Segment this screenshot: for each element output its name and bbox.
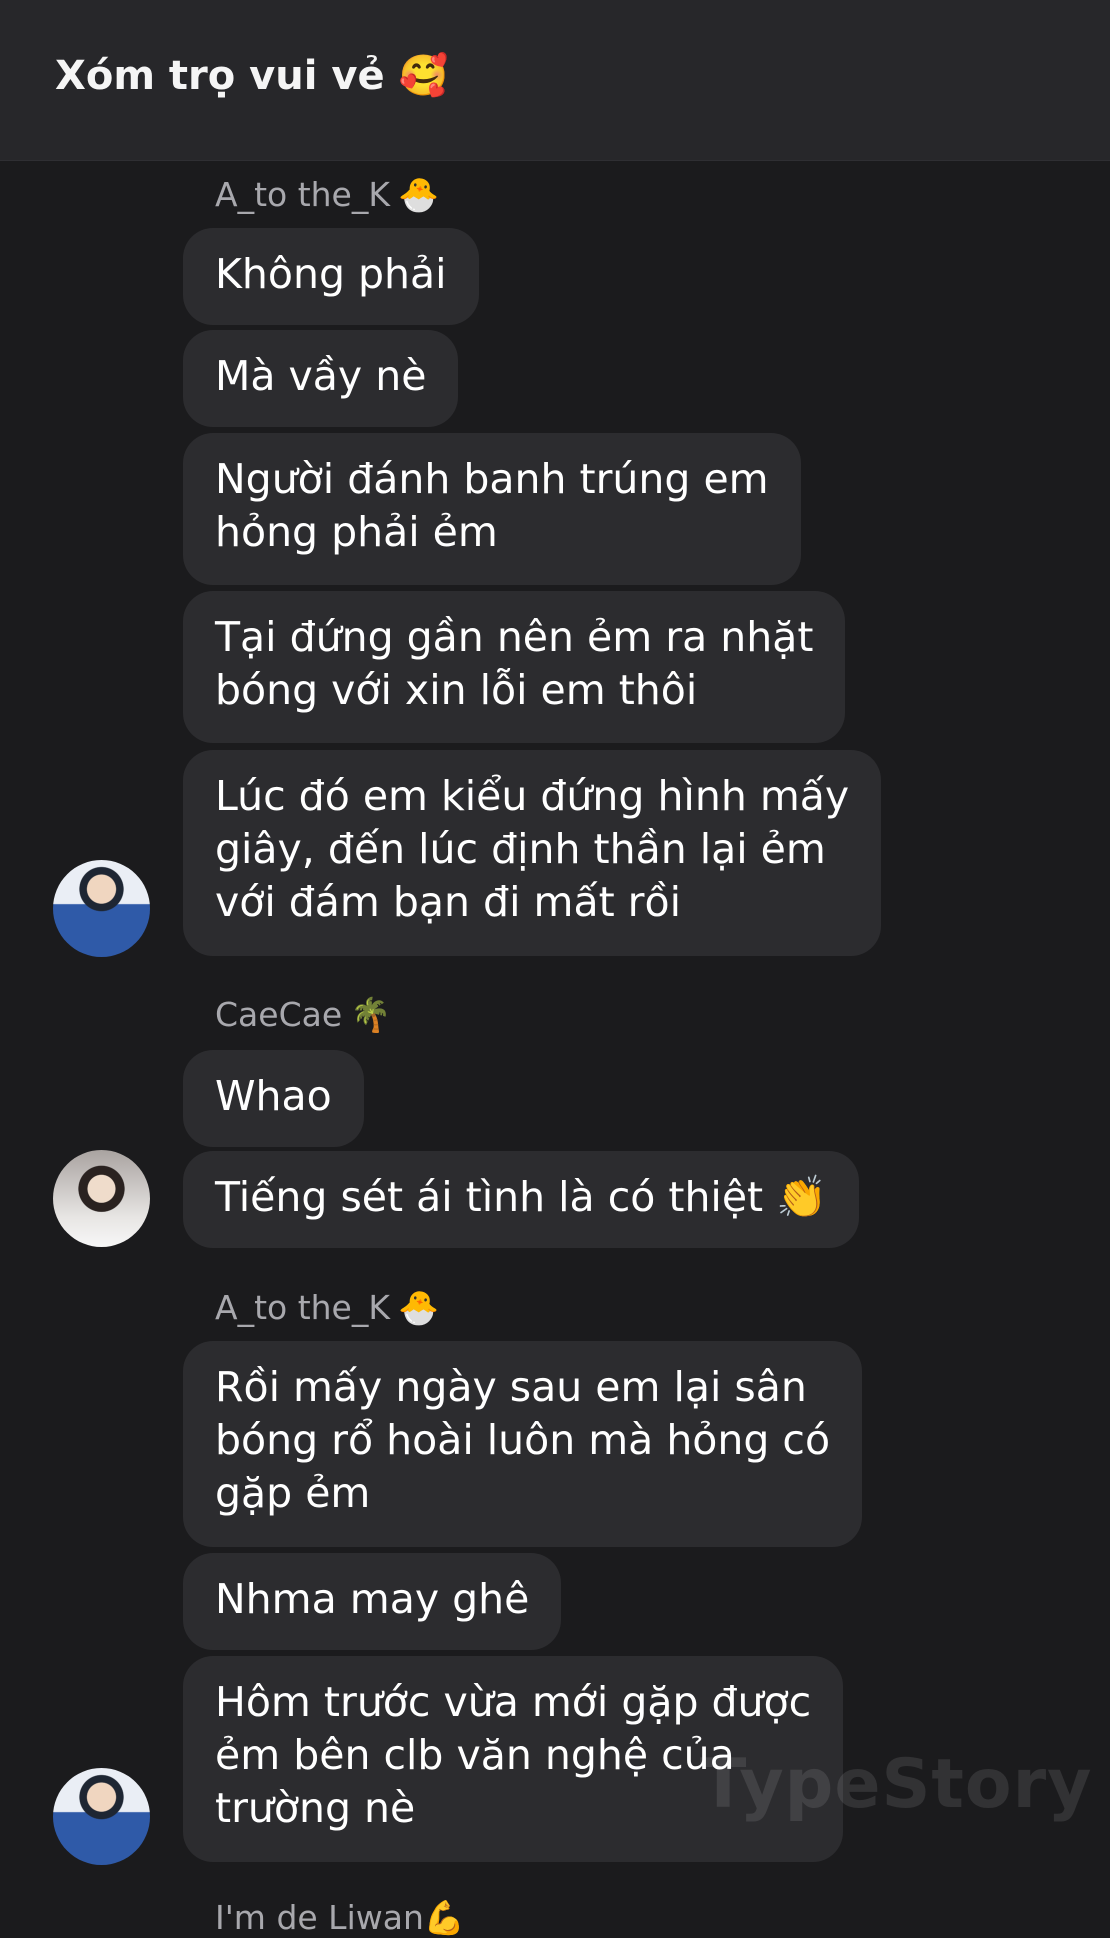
message-line: Tại đứng gần nên ẻm ra nhặt	[215, 613, 814, 661]
message-bubble[interactable]: Không phải	[183, 228, 479, 325]
message-bubble[interactable]: Whao	[183, 1050, 364, 1147]
message-text: Mà vầy nè	[215, 352, 427, 400]
group-title[interactable]: Xóm trọ vui vẻ 🥰	[55, 52, 448, 99]
message-bubble[interactable]: Nhma may ghê	[183, 1553, 562, 1650]
palm-tree-icon: 🌴	[350, 995, 392, 1034]
sender-label: CaeCae	[215, 995, 343, 1034]
clapping-hands-icon: 👏	[776, 1173, 828, 1221]
message-line: giây, đến lúc định thần lại ẻm	[215, 825, 826, 873]
message-line: Rồi mấy ngày sau em lại sân	[215, 1363, 807, 1411]
message-line: Hôm trước vừa mới gặp được	[215, 1678, 812, 1726]
message-text: Không phải	[215, 250, 447, 298]
message-bubble[interactable]: Tiếng sét ái tình là có thiệt 👏	[183, 1151, 860, 1248]
message-line: hỏng phải ẻm	[215, 508, 498, 556]
sender-name-partial: I'm de Liwan💪	[215, 1898, 465, 1938]
message-line: với đám bạn đi mất rồi	[215, 878, 682, 926]
message-line: bóng rổ hoài luôn mà hỏng có	[215, 1416, 831, 1464]
sender-label: A_to the_K	[215, 175, 390, 214]
message-text: Tiếng sét ái tình là có thiệt	[215, 1173, 764, 1221]
message-bubble[interactable]: Người đánh banh trúng em hỏng phải ẻm	[183, 433, 801, 585]
avatar[interactable]	[53, 1768, 150, 1865]
message-bubble[interactable]: Mà vầy nè	[183, 330, 459, 427]
sender-name: A_to the_K 🐣	[215, 175, 439, 215]
sender-name: A_to the_K 🐣	[215, 1288, 439, 1328]
watermark: TypeStory	[700, 1745, 1093, 1824]
avatar[interactable]	[53, 860, 150, 957]
flexed-biceps-icon: 💪	[423, 1898, 465, 1937]
hatching-chick-icon: 🐣	[398, 175, 440, 214]
hatching-chick-icon: 🐣	[398, 1288, 440, 1327]
message-text: Nhma may ghê	[215, 1575, 530, 1623]
message-text: Whao	[215, 1072, 332, 1120]
avatar[interactable]	[53, 1150, 150, 1247]
sender-name: CaeCae 🌴	[215, 995, 391, 1035]
message-line: Người đánh banh trúng em	[215, 455, 769, 503]
message-bubble[interactable]: Rồi mấy ngày sau em lại sân bóng rổ hoài…	[183, 1341, 863, 1547]
sender-label: I'm de Liwan	[215, 1898, 424, 1937]
message-line: gặp ẻm	[215, 1469, 371, 1517]
message-line: bóng với xin lỗi em thôi	[215, 666, 698, 714]
message-bubble[interactable]: Lúc đó em kiểu đứng hình mấy giây, đến l…	[183, 750, 882, 956]
chat-header: Xóm trọ vui vẻ 🥰	[0, 0, 1110, 161]
group-title-text: Xóm trọ vui vẻ	[55, 53, 385, 99]
smiling-hearts-emoji-icon: 🥰	[398, 53, 449, 99]
message-line: Lúc đó em kiểu đứng hình mấy	[215, 772, 850, 820]
sender-label: A_to the_K	[215, 1288, 390, 1327]
message-bubble[interactable]: Tại đứng gần nên ẻm ra nhặt bóng với xin…	[183, 591, 846, 743]
